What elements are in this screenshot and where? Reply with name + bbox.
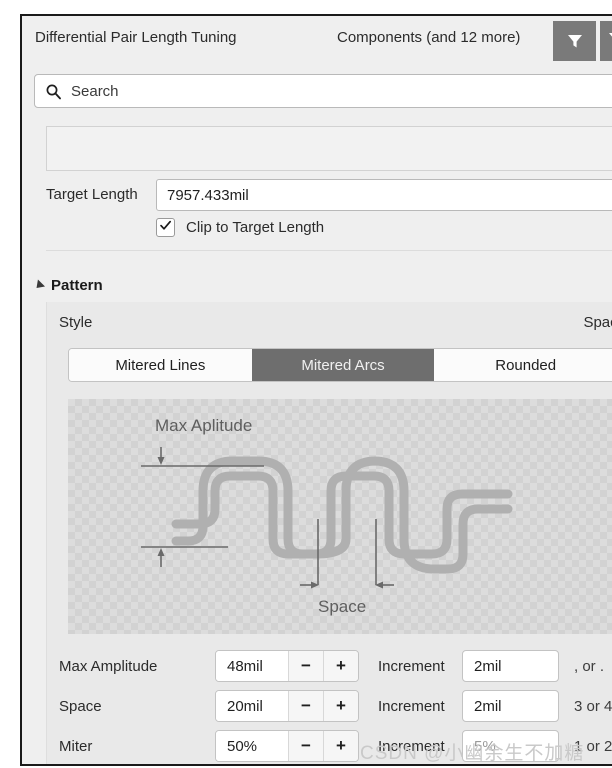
serpentine-trace-diagram: Max Aplitude Space xyxy=(141,416,513,616)
search-placeholder: Search xyxy=(71,82,119,100)
target-length-label: Target Length xyxy=(46,186,138,203)
space-label: Space xyxy=(59,698,102,715)
miter-decrement-button[interactable]: − xyxy=(288,731,323,761)
style-option-rounded[interactable]: Rounded xyxy=(434,349,612,381)
screenshot-root: Differential Pair Length Tuning Componen… xyxy=(0,0,612,768)
space-stepper[interactable]: 20mil − + xyxy=(215,690,359,722)
filter-button-overflow[interactable] xyxy=(600,21,612,61)
param-row-miter: Miter 50% − + Increment 5% 1 or 2 xyxy=(47,728,612,764)
results-listbox[interactable] xyxy=(46,126,612,171)
search-icon xyxy=(45,83,62,100)
max-amplitude-trailing-text: , or . xyxy=(574,658,605,675)
max-amplitude-value[interactable]: 48mil xyxy=(216,651,288,681)
style-label: Style xyxy=(59,314,93,331)
length-tuning-panel: Differential Pair Length Tuning Componen… xyxy=(20,14,612,766)
param-row-space: Space 20mil − + Increment 2mil 3 or 4 xyxy=(47,688,612,728)
space-increment-label: Increment xyxy=(378,698,445,715)
param-row-max-amplitude: Max Amplitude 48mil − + Increment 2mil ,… xyxy=(47,648,612,688)
filter-button[interactable] xyxy=(553,21,596,61)
pattern-preview: Max Aplitude Space xyxy=(68,399,612,634)
panel-titlebar: Differential Pair Length Tuning Componen… xyxy=(22,16,612,62)
space-column-label: Space xyxy=(583,314,612,331)
space-increment-button[interactable]: + xyxy=(323,691,358,721)
miter-increment-label: Increment xyxy=(378,738,445,755)
section-divider xyxy=(46,250,612,251)
style-segmented-control[interactable]: Mitered Lines Mitered Arcs Rounded xyxy=(68,348,612,382)
max-amplitude-increment-field[interactable]: 2mil xyxy=(462,650,559,682)
space-value[interactable]: 20mil xyxy=(216,691,288,721)
max-amplitude-annotation: Max Aplitude xyxy=(155,416,252,435)
miter-label: Miter xyxy=(59,738,93,755)
collapse-triangle-icon xyxy=(32,278,46,292)
filter-funnel-icon-partial xyxy=(606,29,612,54)
space-increment-field[interactable]: 2mil xyxy=(462,690,559,722)
style-option-mitered-arcs[interactable]: Mitered Arcs xyxy=(251,349,435,381)
space-annotation: Space xyxy=(318,597,366,616)
filter-funnel-icon xyxy=(565,31,585,51)
miter-value[interactable]: 50% xyxy=(216,731,288,761)
check-icon xyxy=(159,219,172,237)
space-decrement-button[interactable]: − xyxy=(288,691,323,721)
pattern-section-header[interactable]: Pattern xyxy=(22,272,612,298)
max-amplitude-label: Max Amplitude xyxy=(59,658,158,675)
miter-increment-button[interactable]: + xyxy=(323,731,358,761)
max-amplitude-increment-button[interactable]: + xyxy=(323,651,358,681)
miter-trailing-text: 1 or 2 xyxy=(574,738,612,755)
max-amplitude-decrement-button[interactable]: − xyxy=(288,651,323,681)
space-trailing-text: 3 or 4 xyxy=(574,698,612,715)
style-option-mitered-lines[interactable]: Mitered Lines xyxy=(69,349,252,381)
pattern-section-title: Pattern xyxy=(51,276,103,294)
miter-stepper[interactable]: 50% − + xyxy=(215,730,359,762)
page-title: Differential Pair Length Tuning xyxy=(35,29,237,46)
max-amplitude-stepper[interactable]: 48mil − + xyxy=(215,650,359,682)
components-label: Components (and 12 more) xyxy=(337,29,521,46)
clip-to-target-label: Clip to Target Length xyxy=(186,219,325,236)
clip-to-target-row[interactable]: Clip to Target Length xyxy=(156,218,324,237)
miter-increment-field[interactable]: 5% xyxy=(462,730,559,762)
clip-to-target-checkbox[interactable] xyxy=(156,218,175,237)
target-length-row: Target Length 7957.433mil xyxy=(22,176,612,216)
search-input[interactable]: Search xyxy=(34,74,612,108)
max-amplitude-increment-label: Increment xyxy=(378,658,445,675)
pattern-section-body: Style Space Mitered Lines Mitered Arcs R… xyxy=(46,302,612,764)
target-length-field[interactable]: 7957.433mil xyxy=(156,179,612,211)
